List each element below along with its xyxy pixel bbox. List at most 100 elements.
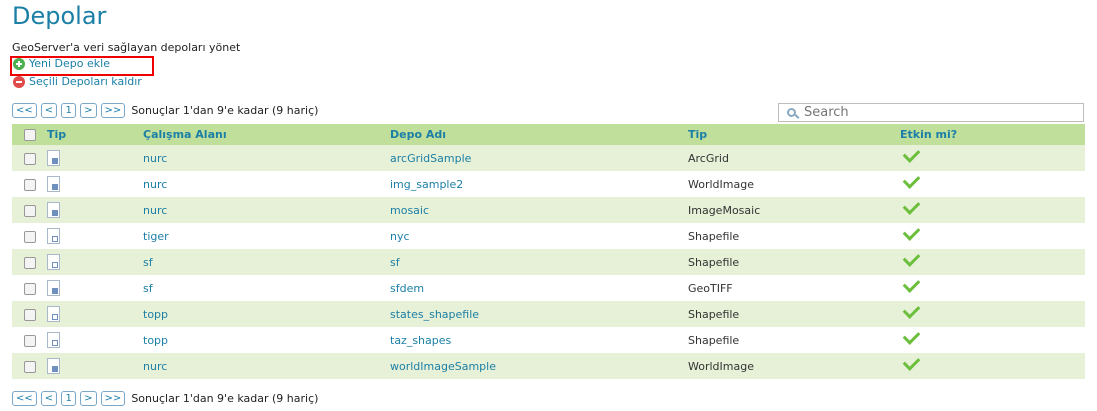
pager-first-button[interactable]: << [12, 391, 37, 406]
row-icon-cell [47, 249, 143, 275]
row-workspace-link[interactable]: topp [143, 327, 390, 353]
select-all-checkbox[interactable] [24, 129, 36, 141]
row-type: ArcGrid [688, 145, 900, 171]
row-workspace-link[interactable]: sf [143, 275, 390, 301]
raster-store-icon [47, 176, 60, 192]
row-select-cell[interactable] [12, 145, 47, 171]
header-tip[interactable]: Tip [47, 124, 143, 145]
row-type: Shapefile [688, 327, 900, 353]
remove-icon [13, 75, 25, 88]
row-checkbox[interactable] [24, 204, 36, 217]
pager-next-button[interactable]: > [80, 391, 97, 406]
table-row: nurc mosaic ImageMosaic [12, 196, 1085, 223]
header-workspace[interactable]: Çalışma Alanı [143, 124, 390, 145]
search-input[interactable] [804, 105, 1044, 120]
enabled-check-icon [902, 274, 921, 293]
enabled-check-icon [902, 222, 921, 241]
row-store-name-link[interactable]: img_sample2 [390, 171, 688, 197]
row-workspace-link[interactable]: nurc [143, 197, 390, 223]
row-workspace-link[interactable]: tiger [143, 223, 390, 249]
row-enabled-cell [900, 248, 1085, 275]
row-store-name-link[interactable]: arcGridSample [390, 145, 688, 171]
row-select-cell[interactable] [12, 171, 47, 197]
pager-prev-button[interactable]: < [40, 391, 58, 406]
pager-first-button[interactable]: << [12, 103, 37, 118]
row-checkbox[interactable] [24, 230, 36, 243]
row-store-name-link[interactable]: sf [390, 249, 688, 275]
row-icon-cell [47, 223, 143, 249]
row-type: Shapefile [688, 249, 900, 275]
search-icon [787, 108, 796, 117]
row-store-name-link[interactable]: sfdem [390, 275, 688, 301]
pager-prev-button[interactable]: < [40, 103, 58, 118]
row-checkbox[interactable] [24, 308, 36, 321]
table-row: sf sf Shapefile [12, 248, 1085, 275]
remove-selected-link[interactable]: Seçili Depoları kaldır [13, 75, 142, 88]
remove-selected-label: Seçili Depoları kaldır [29, 75, 142, 88]
row-icon-cell [47, 197, 143, 223]
row-select-cell[interactable] [12, 197, 47, 223]
row-store-name-link[interactable]: nyc [390, 223, 688, 249]
row-icon-cell [47, 171, 143, 197]
row-enabled-cell [900, 326, 1085, 353]
row-type: ImageMosaic [688, 197, 900, 223]
row-checkbox[interactable] [24, 152, 36, 165]
search-box[interactable] [778, 103, 1084, 122]
row-store-name-link[interactable]: worldImageSample [390, 353, 688, 379]
row-checkbox[interactable] [24, 360, 36, 373]
row-enabled-cell [900, 170, 1085, 197]
row-icon-cell [47, 353, 143, 379]
select-all-header[interactable] [12, 124, 47, 145]
vector-store-icon [47, 254, 60, 270]
row-select-cell[interactable] [12, 249, 47, 275]
row-type: WorldImage [688, 171, 900, 197]
raster-store-icon [47, 202, 60, 218]
row-workspace-link[interactable]: topp [143, 301, 390, 327]
row-type: Shapefile [688, 223, 900, 249]
row-icon-cell [47, 145, 143, 171]
enabled-check-icon [902, 144, 921, 163]
pager-last-button[interactable]: >> [100, 103, 126, 118]
row-enabled-cell [900, 222, 1085, 249]
row-workspace-link[interactable]: nurc [143, 145, 390, 171]
row-store-name-link[interactable]: states_shapefile [390, 301, 688, 327]
pager-next-button[interactable]: > [80, 103, 97, 118]
page-description: GeoServer'a veri sağlayan depoları yönet [12, 41, 241, 54]
row-select-cell[interactable] [12, 353, 47, 379]
pager-info: Sonuçlar 1'dan 9'e kadar (9 hariç) [131, 392, 319, 405]
row-type: GeoTIFF [688, 275, 900, 301]
row-workspace-link[interactable]: sf [143, 249, 390, 275]
row-checkbox[interactable] [24, 334, 36, 347]
table-row: topp taz_shapes Shapefile [12, 326, 1085, 353]
row-checkbox[interactable] [24, 256, 36, 269]
row-enabled-cell [900, 274, 1085, 301]
enabled-check-icon [902, 326, 921, 345]
vector-store-icon [47, 332, 60, 348]
row-enabled-cell [900, 196, 1085, 223]
pager-page-button[interactable]: 1 [61, 103, 77, 118]
row-select-cell[interactable] [12, 327, 47, 353]
header-type[interactable]: Tip [688, 124, 900, 145]
header-enabled[interactable]: Etkin mi? [900, 124, 1085, 145]
enabled-check-icon [902, 170, 921, 189]
row-type: WorldImage [688, 353, 900, 379]
table-row: topp states_shapefile Shapefile [12, 300, 1085, 327]
row-select-cell[interactable] [12, 301, 47, 327]
row-store-name-link[interactable]: mosaic [390, 197, 688, 223]
row-select-cell[interactable] [12, 275, 47, 301]
page-title: Depolar [12, 2, 107, 30]
table-row: nurc arcGridSample ArcGrid [12, 144, 1085, 171]
table-row: tiger nyc Shapefile [12, 222, 1085, 249]
row-workspace-link[interactable]: nurc [143, 171, 390, 197]
pager-last-button[interactable]: >> [100, 391, 126, 406]
row-store-name-link[interactable]: taz_shapes [390, 327, 688, 353]
row-checkbox[interactable] [24, 178, 36, 191]
row-enabled-cell [900, 144, 1085, 171]
row-icon-cell [47, 275, 143, 301]
row-workspace-link[interactable]: nurc [143, 353, 390, 379]
row-select-cell[interactable] [12, 223, 47, 249]
pager-page-button[interactable]: 1 [61, 391, 77, 406]
row-type: Shapefile [688, 301, 900, 327]
row-checkbox[interactable] [24, 282, 36, 295]
header-store-name[interactable]: Depo Adı [390, 124, 688, 145]
